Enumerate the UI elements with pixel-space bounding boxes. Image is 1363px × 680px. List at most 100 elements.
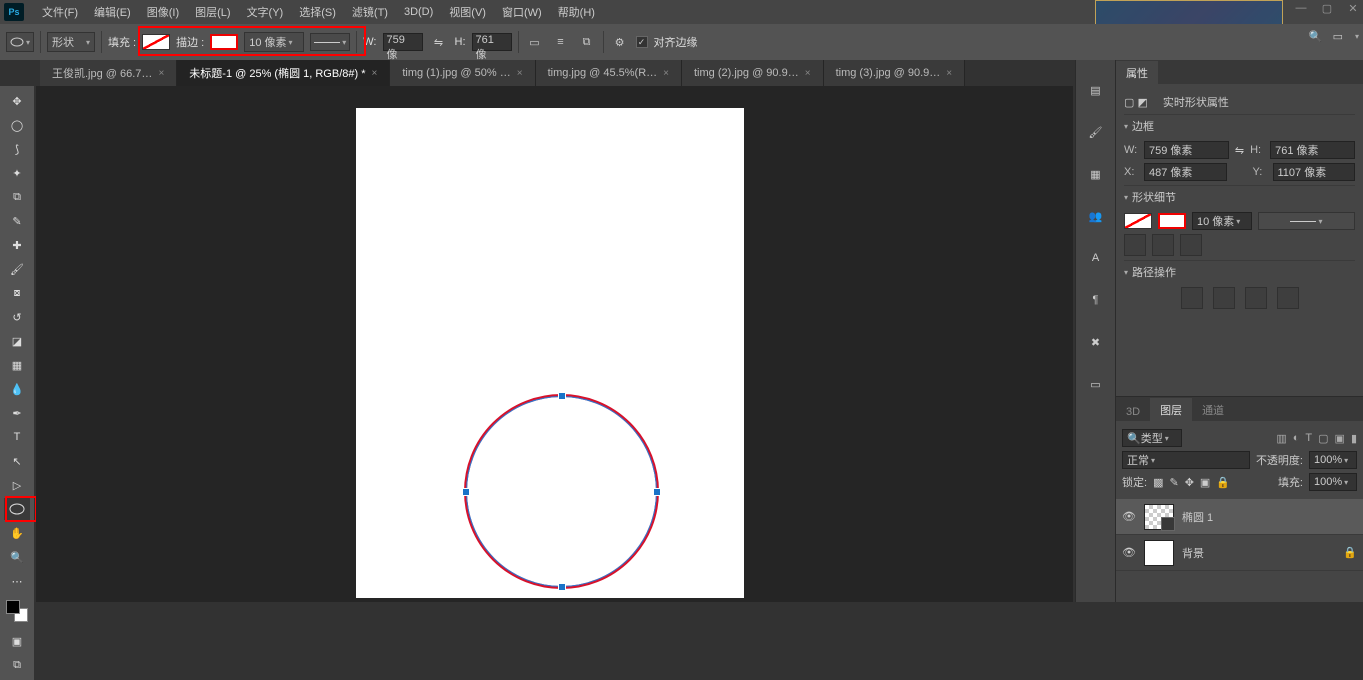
paragraph-icon[interactable]: ¶ (1084, 290, 1108, 310)
close-icon[interactable]: × (517, 68, 523, 79)
width-input[interactable]: 759 像 (383, 33, 423, 51)
pathop-exclude[interactable] (1277, 287, 1299, 309)
close-icon[interactable]: × (158, 68, 164, 79)
doc-tab-1[interactable]: 王俊凯.jpg @ 66.7…× (40, 60, 177, 86)
healing-tool[interactable]: ✚ (4, 234, 30, 256)
align-edges-checkbox[interactable] (636, 36, 648, 48)
blur-tool[interactable]: 💧 (4, 378, 30, 400)
3d-tab[interactable]: 3D (1116, 402, 1150, 421)
brush-tool[interactable]: 🖌 (4, 258, 30, 280)
pathops-header[interactable]: 路径操作 (1132, 264, 1176, 280)
ellipse-shape[interactable] (464, 394, 659, 589)
pathop-subtract[interactable] (1213, 287, 1235, 309)
stroke-style-select[interactable] (310, 33, 350, 51)
close-icon[interactable]: × (805, 68, 811, 79)
prop-stroke-width[interactable]: 10 像素 (1192, 212, 1252, 230)
stroke-corner-btn[interactable] (1180, 234, 1202, 256)
search-icon[interactable]: 🔍 (1309, 30, 1323, 43)
link-wh-icon[interactable]: ⇋ (429, 32, 449, 52)
ellipse-tool[interactable] (4, 498, 30, 520)
workspace-icon[interactable]: ▭ (1333, 30, 1343, 43)
stroke-swatch[interactable] (210, 34, 238, 50)
arrange-icon[interactable]: ⧉ (577, 32, 597, 52)
filter-pixel-icon[interactable]: ▥ (1276, 432, 1286, 445)
doc-tab-3[interactable]: timg (1).jpg @ 50% …× (390, 60, 535, 86)
fill-input[interactable]: 100% (1309, 473, 1357, 491)
menu-3d[interactable]: 3D(D) (396, 6, 441, 18)
layer-row-ellipse[interactable]: 👁 椭圆 1 (1116, 499, 1363, 535)
menu-view[interactable]: 视图(V) (441, 4, 494, 20)
crop-tool[interactable]: ⧉ (4, 186, 30, 208)
marquee-tool[interactable]: ◯ (4, 114, 30, 136)
pathop-combine[interactable] (1181, 287, 1203, 309)
gear-icon[interactable]: ⚙ (610, 32, 630, 52)
stroke-cap-btn[interactable] (1152, 234, 1174, 256)
stroke-width-input[interactable]: 10 像素 (244, 32, 304, 52)
brush-panel-icon[interactable]: 🖌 (1084, 122, 1108, 142)
layers-tab[interactable]: 图层 (1150, 398, 1192, 421)
lock-pos-icon[interactable]: ✥ (1185, 476, 1194, 489)
doc-tab-5[interactable]: timg (2).jpg @ 90.9…× (682, 60, 824, 86)
info-icon[interactable]: ▭ (1084, 374, 1108, 394)
filter-adjust-icon[interactable]: ◐ (1293, 432, 1300, 445)
menu-layer[interactable]: 图层(L) (187, 4, 238, 20)
tool-mode-select[interactable]: 形状 (47, 32, 95, 52)
type-tool[interactable]: T (4, 426, 30, 448)
prop-stroke-style[interactable] (1258, 212, 1355, 230)
filter-smart-icon[interactable]: ▣ (1335, 432, 1345, 445)
close-icon[interactable]: × (372, 68, 378, 79)
lock-paint-icon[interactable]: ✎ (1169, 476, 1178, 489)
prop-fill-swatch[interactable] (1124, 213, 1152, 229)
opacity-input[interactable]: 100% (1309, 451, 1357, 469)
zoom-tool[interactable]: 🔍 (4, 546, 30, 568)
workspace-menu[interactable] (1353, 30, 1359, 43)
doc-tab-2[interactable]: 未标题-1 @ 25% (椭圆 1, RGB/8#) *× (177, 60, 390, 86)
fill-swatch[interactable] (142, 34, 170, 50)
hand-tool[interactable]: ✋ (4, 522, 30, 544)
history-icon[interactable]: ▤ (1084, 80, 1108, 100)
doc-tab-4[interactable]: timg.jpg @ 45.5%(R…× (536, 60, 682, 86)
close-button[interactable]: ✕ (1347, 2, 1359, 15)
path-op-icon[interactable]: ▭ (525, 32, 545, 52)
swatches-icon[interactable]: ▦ (1084, 164, 1108, 184)
properties-tab[interactable]: 属性 (1116, 61, 1158, 84)
filter-type-icon[interactable]: T (1305, 432, 1312, 445)
link-icon[interactable]: ⇋ (1235, 144, 1244, 157)
filter-toggle-icon[interactable]: ▮ (1351, 432, 1357, 445)
bounds-header[interactable]: 边框 (1132, 118, 1154, 134)
prop-stroke-swatch[interactable] (1158, 213, 1186, 229)
edit-toolbar[interactable]: ⋯ (4, 570, 30, 592)
pathop-intersect[interactable] (1245, 287, 1267, 309)
lock-nest-icon[interactable]: ▣ (1200, 476, 1210, 489)
eraser-tool[interactable]: ◪ (4, 330, 30, 352)
visibility-icon[interactable]: 👁 (1122, 546, 1136, 559)
stamp-tool[interactable]: ⧇ (4, 282, 30, 304)
move-tool[interactable]: ✥ (4, 90, 30, 112)
adjustments-icon[interactable]: ✖ (1084, 332, 1108, 352)
character-icon[interactable]: A (1084, 248, 1108, 268)
blend-mode-select[interactable]: 正常 (1122, 451, 1250, 469)
menu-type[interactable]: 文字(Y) (239, 4, 292, 20)
pen-tool[interactable]: ✒ (4, 402, 30, 424)
menu-image[interactable]: 图像(I) (139, 4, 187, 20)
layer-name[interactable]: 椭圆 1 (1182, 509, 1213, 525)
canvas-area[interactable] (36, 86, 1073, 602)
eyedropper-tool[interactable]: ✎ (4, 210, 30, 232)
menu-file[interactable]: 文件(F) (34, 4, 86, 20)
menu-filter[interactable]: 滤镜(T) (344, 4, 396, 20)
prop-h-input[interactable]: 761 像素 (1270, 141, 1355, 159)
lasso-tool[interactable]: ⟆ (4, 138, 30, 160)
channels-tab[interactable]: 通道 (1192, 398, 1234, 421)
stroke-align-btn[interactable] (1124, 234, 1146, 256)
minimize-button[interactable]: — (1295, 2, 1307, 15)
handle-left[interactable] (462, 488, 470, 496)
prop-w-input[interactable]: 759 像素 (1144, 141, 1229, 159)
maximize-button[interactable]: ▢ (1321, 2, 1333, 15)
lock-all-icon[interactable]: 🔒 (1216, 476, 1230, 489)
menu-edit[interactable]: 编辑(E) (86, 4, 139, 20)
styles-icon[interactable]: 👥 (1084, 206, 1108, 226)
visibility-icon[interactable]: 👁 (1122, 510, 1136, 523)
gradient-tool[interactable]: ▦ (4, 354, 30, 376)
layer-row-background[interactable]: 👁 背景 🔒 (1116, 535, 1363, 571)
handle-right[interactable] (653, 488, 661, 496)
